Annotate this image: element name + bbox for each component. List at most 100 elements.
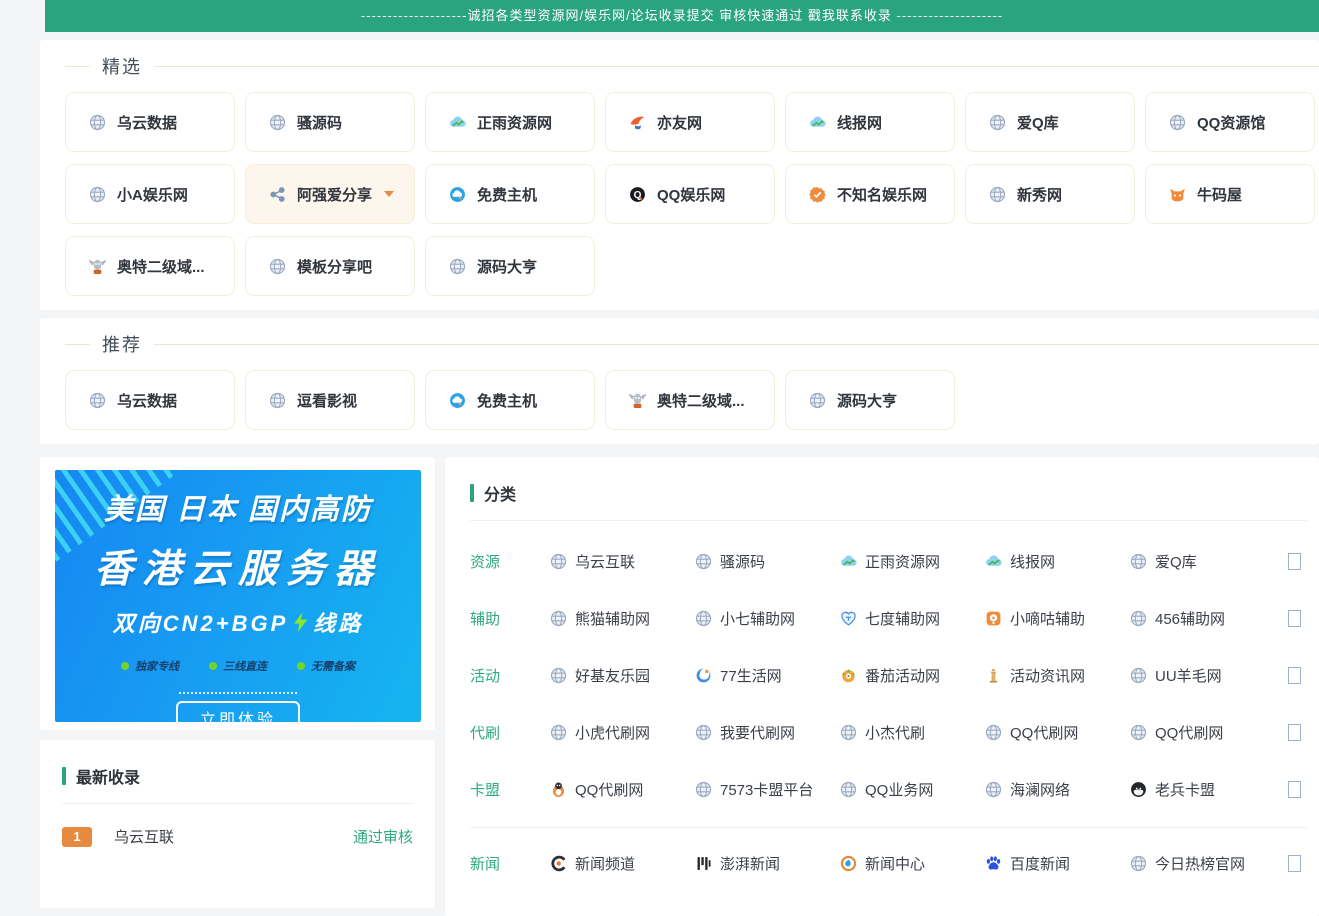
category-site-link[interactable]: 海澜网络 <box>985 779 1130 800</box>
site-card[interactable]: 阿强爱分享 <box>245 164 415 224</box>
category-row: 新闻新闻频道澎湃新闻新闻中心 百度新闻 今日热榜官网 <box>470 835 1307 892</box>
category-site-link[interactable]: 77生活网 <box>695 665 840 686</box>
category-site-link[interactable]: 熊猫辅助网 <box>550 608 695 629</box>
site-card[interactable]: QQQ娱乐网 <box>605 164 775 224</box>
globe-icon <box>1130 667 1147 684</box>
category-site-link[interactable]: 活动资讯网 <box>985 665 1130 686</box>
site-card[interactable]: 正雨资源网 <box>425 92 595 152</box>
categories-panel: 分类 资源乌云互联骚源码正雨资源网线报网爱Q库辅助熊猫辅助网小七辅助网 七度辅助网… <box>445 457 1319 916</box>
category-site-link[interactable]: 老兵卡盟 <box>1130 779 1275 800</box>
ultraman-icon <box>89 258 106 275</box>
site-card[interactable]: 奥特二级域... <box>605 370 775 430</box>
category-site-link[interactable]: 新闻中心 <box>840 853 985 874</box>
site-card[interactable]: 爱Q库 <box>965 92 1135 152</box>
site-card[interactable]: QQ资源馆 <box>1145 92 1315 152</box>
globe-icon <box>89 186 106 203</box>
more-box-icon[interactable] <box>1288 855 1301 872</box>
green-dot-icon <box>297 662 305 670</box>
ad-line3-suffix: 线路 <box>313 606 363 638</box>
category-label[interactable]: 资源 <box>470 551 550 572</box>
category-row: 活动好基友乐园77生活网番茄活动网 活动资讯网 UU羊毛网 <box>470 647 1307 704</box>
category-site-link[interactable]: 乌云互联 <box>550 551 695 572</box>
left-column: 美国 日本 国内高防 香港云服务器 双向CN2+BGP 线路 独家专线三线直连无… <box>40 457 435 908</box>
bull-icon <box>1169 186 1186 203</box>
latest-title-row: 最新收录 <box>62 764 413 788</box>
category-site-link[interactable]: 456辅助网 <box>1130 608 1275 629</box>
site-card[interactable]: 牛码屋 <box>1145 164 1315 224</box>
category-site-link[interactable]: 爱Q库 <box>1130 551 1275 572</box>
category-site-label: 活动资讯网 <box>1010 665 1085 686</box>
site-card[interactable]: 模板分享吧 <box>245 236 415 296</box>
category-site-link[interactable]: QQ代刷网 <box>985 722 1130 743</box>
site-card[interactable]: 乌云数据 <box>65 92 235 152</box>
site-card[interactable]: 奥特二级域... <box>65 236 235 296</box>
categories-title: 分类 <box>484 481 516 505</box>
category-label[interactable]: 新闻 <box>470 853 550 874</box>
site-card[interactable]: 乌云数据 <box>65 370 235 430</box>
category-site-link[interactable]: UU羊毛网 <box>1130 665 1275 686</box>
site-card[interactable]: 免费主机 <box>425 370 595 430</box>
site-card[interactable]: 源码大亨 <box>425 236 595 296</box>
more-box-icon[interactable] <box>1288 610 1301 627</box>
site-card[interactable]: 源码大亨 <box>785 370 955 430</box>
review-status-link[interactable]: 通过审核 <box>353 826 413 847</box>
site-card[interactable]: 免费主机 <box>425 164 595 224</box>
category-site-link[interactable]: 骚源码 <box>695 551 840 572</box>
site-card[interactable]: 逗看影视 <box>245 370 415 430</box>
globe-icon <box>550 667 567 684</box>
category-site-link[interactable]: QQ代刷网 <box>550 779 695 800</box>
category-site-label: 海澜网络 <box>1010 779 1070 800</box>
green-dot-icon <box>209 662 217 670</box>
category-label[interactable]: 卡盟 <box>470 779 550 800</box>
globe-icon <box>269 392 286 409</box>
category-site-label: 七度辅助网 <box>865 608 940 629</box>
latest-site-link[interactable]: 乌云互联 <box>114 826 174 847</box>
category-site-link[interactable]: 新闻频道 <box>550 853 695 874</box>
category-label[interactable]: 活动 <box>470 665 550 686</box>
category-site-link[interactable]: 小杰代刷 <box>840 722 985 743</box>
category-site-link[interactable]: 7573卡盟平台 <box>695 779 840 800</box>
category-site-link[interactable]: 我要代刷网 <box>695 722 840 743</box>
category-site-link[interactable]: 百度新闻 <box>985 853 1130 874</box>
recommended-section: 推荐 乌云数据逗看影视免费主机奥特二级域...源码大亨 <box>40 318 1319 444</box>
category-site-link[interactable]: 七度辅助网 <box>840 608 985 629</box>
cloud-server-ad-banner[interactable]: 美国 日本 国内高防 香港云服务器 双向CN2+BGP 线路 独家专线三线直连无… <box>55 470 421 722</box>
category-site-link[interactable]: 今日热榜官网 <box>1130 853 1275 874</box>
category-site-link[interactable]: 小嘀咕辅助 <box>985 608 1130 629</box>
more-box-icon[interactable] <box>1288 553 1301 570</box>
category-site-label: 百度新闻 <box>1010 853 1070 874</box>
announcement-banner[interactable]: --------------------诚招各类型资源网/娱乐网/论坛收录提交 … <box>45 0 1319 32</box>
divider <box>470 520 1307 521</box>
more-box-icon[interactable] <box>1288 781 1301 798</box>
site-card[interactable]: 小A娱乐网 <box>65 164 235 224</box>
chart-cloud-icon <box>985 553 1002 570</box>
category-site-link[interactable]: 小七辅助网 <box>695 608 840 629</box>
recommended-grid: 乌云数据逗看影视免费主机奥特二级域...源码大亨 <box>65 370 1319 430</box>
category-label[interactable]: 代刷 <box>470 722 550 743</box>
recommended-title: 推荐 <box>102 331 142 357</box>
category-site-label: 我要代刷网 <box>720 722 795 743</box>
category-site-label: QQ代刷网 <box>575 779 643 800</box>
category-site-link[interactable]: 小虎代刷网 <box>550 722 695 743</box>
more-box-icon[interactable] <box>1288 667 1301 684</box>
category-site-link[interactable]: 正雨资源网 <box>840 551 985 572</box>
site-card-label: 爱Q库 <box>1017 112 1059 133</box>
site-card[interactable]: 骚源码 <box>245 92 415 152</box>
category-site-link[interactable]: 好基友乐园 <box>550 665 695 686</box>
category-site-link[interactable]: QQ代刷网 <box>1130 722 1275 743</box>
category-site-link[interactable]: 番茄活动网 <box>840 665 985 686</box>
try-now-button[interactable]: 立即体验 <box>176 701 300 722</box>
site-card[interactable]: 新秀网 <box>965 164 1135 224</box>
ad-feature: 独家专线 <box>121 658 179 674</box>
category-site-link[interactable]: 线报网 <box>985 551 1130 572</box>
category-label[interactable]: 辅助 <box>470 608 550 629</box>
legend-line <box>65 344 90 345</box>
site-card[interactable]: 线报网 <box>785 92 955 152</box>
site-card[interactable]: 亦友网 <box>605 92 775 152</box>
tomato-icon <box>840 667 857 684</box>
category-site-link[interactable]: QQ业务网 <box>840 779 985 800</box>
legend-line <box>154 344 1319 345</box>
site-card[interactable]: 不知名娱乐网 <box>785 164 955 224</box>
category-site-link[interactable]: 澎湃新闻 <box>695 853 840 874</box>
more-box-icon[interactable] <box>1288 724 1301 741</box>
